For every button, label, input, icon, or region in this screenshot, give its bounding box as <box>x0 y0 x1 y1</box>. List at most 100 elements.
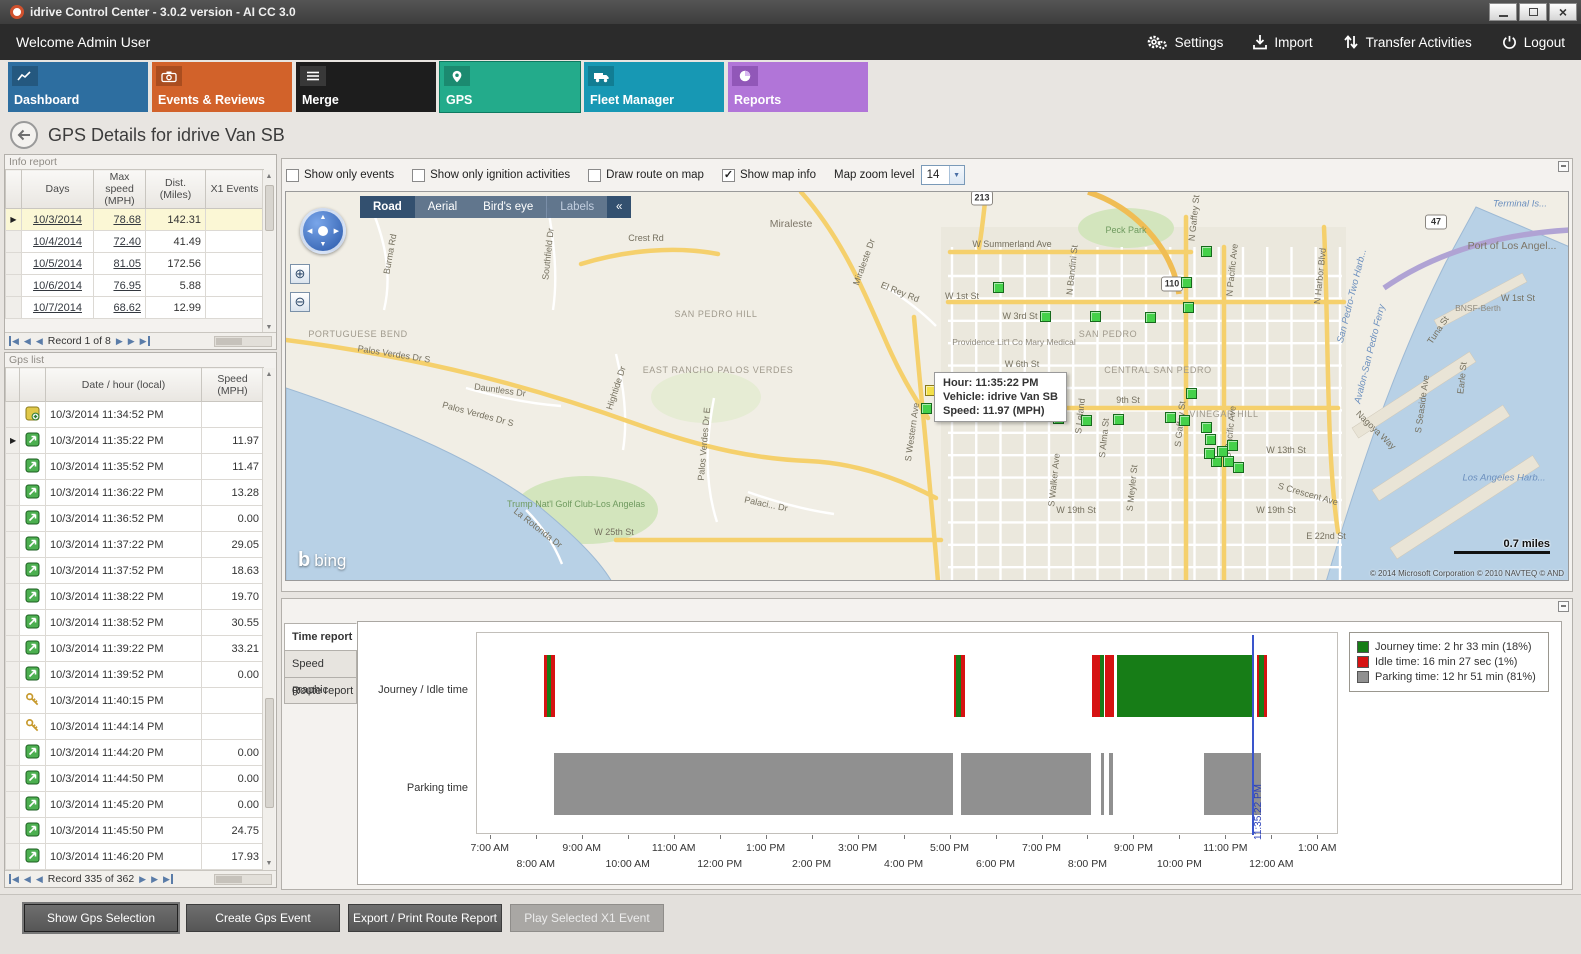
nav-prev-button[interactable]: ◀ <box>36 336 43 346</box>
info-report-row[interactable]: 10/7/201468.6212.99 <box>6 297 264 319</box>
scroll-thumb[interactable] <box>265 698 274 808</box>
gps-point-marker[interactable] <box>1227 440 1238 451</box>
gps-point-marker[interactable] <box>1186 388 1197 399</box>
nav-horizontal-scrollbar[interactable] <box>214 874 272 885</box>
gps-list-row[interactable]: 10/3/2014 11:46:20 PM17.93 <box>6 844 264 870</box>
gps-point-marker[interactable] <box>1040 311 1051 322</box>
gps-point-marker[interactable] <box>1233 462 1244 473</box>
gps-list-row[interactable]: 10/3/2014 11:44:20 PM0.00 <box>6 740 264 766</box>
gps-point-marker[interactable] <box>1081 415 1092 426</box>
gps-point-marker[interactable] <box>921 403 932 414</box>
nav-tile-dashboard[interactable]: Dashboard <box>8 62 148 112</box>
nav-tile-gps[interactable]: GPS <box>440 62 580 112</box>
column-header[interactable]: Dist. (Miles) <box>146 170 206 209</box>
column-header[interactable]: X1 Events <box>206 170 264 209</box>
gps-list-row[interactable]: 10/3/2014 11:35:52 PM11.47 <box>6 454 264 480</box>
logout-button[interactable]: Logout <box>1502 34 1565 50</box>
scroll-up-icon[interactable]: ▲ <box>263 368 275 381</box>
info-report-vertical-scrollbar[interactable]: ▲ ▼ <box>262 170 275 334</box>
gps-list-row[interactable]: 10/3/2014 11:36:52 PM0.00 <box>6 506 264 532</box>
gps-list-row[interactable]: 10/3/2014 11:39:22 PM33.21 <box>6 636 264 662</box>
gps-list-row[interactable]: 10/3/2014 11:45:50 PM24.75 <box>6 818 264 844</box>
nav-prev-page-button[interactable]: ◀ <box>24 874 31 884</box>
scroll-down-icon[interactable]: ▼ <box>263 857 275 870</box>
tab-time-report[interactable]: Time report <box>284 623 357 650</box>
gps-list-row[interactable]: 10/3/2014 11:37:52 PM18.63 <box>6 558 264 584</box>
column-header[interactable]: Date / hour (local) <box>46 368 202 402</box>
tab-speed-graphic[interactable]: Speed graphic <box>284 650 357 677</box>
map-zoom-out-button[interactable]: ⊖ <box>290 292 310 312</box>
nav-next-button[interactable]: ▶ <box>116 336 123 346</box>
map-style-tab-road[interactable]: Road <box>360 196 415 218</box>
column-header[interactable]: Days <box>22 170 94 209</box>
checkbox-show-only-ignition-activities[interactable]: Show only ignition activities <box>412 169 570 182</box>
info-report-row[interactable]: ▶10/3/201478.68142.31 <box>6 209 264 231</box>
gps-point-marker[interactable] <box>1145 312 1156 323</box>
gps-list-row[interactable]: 10/3/2014 11:39:52 PM0.00 <box>6 662 264 688</box>
gps-list-row[interactable]: 10/3/2014 11:37:22 PM29.05 <box>6 532 264 558</box>
nav-tile-reports[interactable]: Reports <box>728 62 868 112</box>
back-button[interactable] <box>10 121 38 149</box>
gps-list-row[interactable]: 10/3/2014 11:45:20 PM0.00 <box>6 792 264 818</box>
show-gps-selection-button[interactable]: Show Gps Selection <box>24 904 178 932</box>
nav-prev-button[interactable]: ◀ <box>36 874 43 884</box>
scroll-up-icon[interactable]: ▲ <box>263 170 275 183</box>
info-report-row[interactable]: 10/5/201481.05172.56 <box>6 253 264 275</box>
create-gps-event-button[interactable]: Create Gps Event <box>186 904 340 932</box>
gps-list-row[interactable]: ▶10/3/2014 11:35:22 PM11.97 <box>6 428 264 454</box>
export-print-route-report-button[interactable]: Export / Print Route Report <box>348 904 502 932</box>
nav-tile-events-reviews[interactable]: Events & Reviews <box>152 62 292 112</box>
import-button[interactable]: Import <box>1253 34 1312 50</box>
gps-point-marker[interactable] <box>1090 311 1101 322</box>
nav-last-button[interactable]: ▶ <box>163 874 173 884</box>
checkbox-show-only-events[interactable]: Show only events <box>286 169 394 182</box>
gps-list-row[interactable]: 10/3/2014 11:40:15 PM <box>6 688 264 714</box>
gps-point-marker[interactable] <box>1201 422 1212 433</box>
nav-tile-merge[interactable]: Merge <box>296 62 436 112</box>
pan-east-icon[interactable]: ▶ <box>334 227 339 235</box>
gps-point-marker[interactable] <box>1201 246 1212 257</box>
map-canvas[interactable]: MiralestePeck ParkW Summerland AveCrest … <box>285 191 1569 581</box>
map-style-tab-labels[interactable]: Labels <box>546 196 607 218</box>
gps-list-row[interactable]: 10/3/2014 11:38:22 PM19.70 <box>6 584 264 610</box>
nav-first-button[interactable]: ◀ <box>9 874 19 884</box>
gps-list-row[interactable]: 10/3/2014 11:38:52 PM30.55 <box>6 610 264 636</box>
map-style-tab-aerial[interactable]: Aerial <box>415 196 470 218</box>
tab-route-report[interactable]: Route report <box>284 677 357 704</box>
settings-button[interactable]: Settings <box>1146 34 1224 50</box>
nav-next-page-button[interactable]: ▶ <box>151 874 158 884</box>
gps-point-marker[interactable] <box>1181 277 1192 288</box>
checkbox-show-map-info[interactable]: ✓Show map info <box>722 169 816 182</box>
column-header[interactable]: Max speed (MPH) <box>94 170 146 209</box>
gps-point-marker[interactable] <box>1204 448 1215 459</box>
nav-prev-page-button[interactable]: ◀ <box>24 336 31 346</box>
gps-list-vertical-scrollbar[interactable]: ▲ ▼ <box>262 368 275 870</box>
gps-point-marker[interactable] <box>1205 434 1216 445</box>
gps-point-marker[interactable] <box>993 282 1004 293</box>
map-compass[interactable]: ▲ ▼ ◀ ▶ <box>300 208 346 254</box>
info-report-row[interactable]: 10/6/201476.955.88 <box>6 275 264 297</box>
pan-north-icon[interactable]: ▲ <box>320 214 327 221</box>
gps-point-marker[interactable] <box>1183 302 1194 313</box>
nav-next-button[interactable]: ▶ <box>139 874 146 884</box>
nav-last-button[interactable]: ▶ <box>140 336 150 346</box>
nav-tile-fleet-manager[interactable]: Fleet Manager <box>584 62 724 112</box>
compass-center[interactable] <box>318 226 328 236</box>
map-zoom-in-button[interactable]: ⊕ <box>290 264 310 284</box>
nav-next-page-button[interactable]: ▶ <box>128 336 135 346</box>
checkbox-draw-route-on-map[interactable]: Draw route on map <box>588 169 704 182</box>
info-report-row[interactable]: 10/4/201472.4041.49 <box>6 231 264 253</box>
nav-first-button[interactable]: ◀ <box>9 336 19 346</box>
pan-west-icon[interactable]: ◀ <box>307 227 312 235</box>
close-button[interactable]: × <box>1549 3 1577 21</box>
gps-list-row[interactable]: 10/3/2014 11:44:50 PM0.00 <box>6 766 264 792</box>
column-header[interactable]: Speed (MPH) <box>202 368 264 402</box>
map-style-tab-bird-s-eye[interactable]: Bird's eye <box>470 196 546 218</box>
gps-list-row[interactable]: 10/3/2014 11:44:14 PM <box>6 714 264 740</box>
collapse-panel-button[interactable] <box>1558 601 1569 612</box>
map-tabs-collapse-button[interactable]: « <box>607 196 631 218</box>
collapse-panel-button[interactable] <box>1558 161 1569 172</box>
map-zoom-select[interactable]: 14 ▼ <box>921 165 965 185</box>
chart-plot-area[interactable]: 11:35:22 PM <box>476 632 1338 834</box>
gps-list-row[interactable]: 10/3/2014 11:34:52 PM <box>6 402 264 428</box>
